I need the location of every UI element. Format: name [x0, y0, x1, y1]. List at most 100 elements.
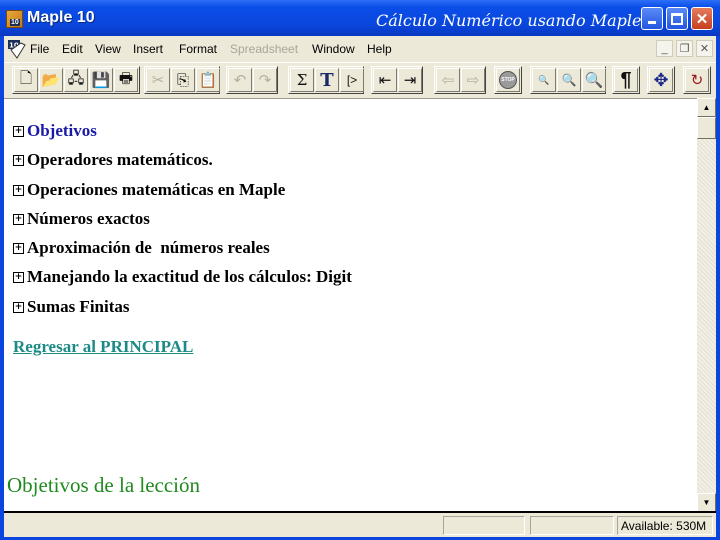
maple-app-icon[interactable]: 10	[6, 10, 23, 28]
undo-button[interactable]: ↶	[228, 68, 252, 92]
print-icon: 🖶	[118, 69, 134, 87]
maximize-button[interactable]	[666, 7, 688, 30]
stop-button[interactable]: STOP	[496, 68, 520, 92]
restart-icon: ↻	[690, 72, 704, 89]
text-t-icon: T	[320, 69, 334, 91]
math-input-button[interactable]: Σ	[290, 68, 314, 92]
save-icon: 💾	[91, 72, 111, 89]
outdent-button[interactable]: ⇤	[373, 68, 397, 92]
section-operaciones[interactable]: + Operaciones matemáticas en Maple	[13, 180, 285, 200]
section-numeros-exactos[interactable]: + Números exactos	[13, 209, 150, 229]
prompt-icon: [>	[346, 73, 358, 87]
section-objetivos[interactable]: + Objetivos	[13, 121, 97, 141]
show-markers-button[interactable]: ¶	[614, 68, 638, 92]
cut-button[interactable]: ✂	[146, 68, 170, 92]
open-folder-icon: 📂	[41, 72, 61, 89]
memory-status: Available: 530M	[617, 516, 713, 535]
toolbar: 🗋 📂 🖧 💾 🖶 ✂ ⎘ 📋 ↶ ↷ Σ T [> ⇤ ⇥ ⇦ ⇨ STOP …	[4, 62, 716, 98]
forward-button[interactable]: ⇨	[461, 68, 485, 92]
zoom-medium-button[interactable]: 🔍	[557, 68, 581, 92]
section-aproximacion[interactable]: + Aproximación de números reales	[13, 238, 270, 258]
copy-button[interactable]: ⎘	[171, 68, 195, 92]
new-document-button[interactable]: 🗋	[14, 68, 38, 92]
close-icon: ✕	[695, 10, 709, 28]
document-icon[interactable]: 10	[7, 39, 27, 59]
status-bar: Available: 530M	[4, 513, 716, 537]
doc-restore-button[interactable]: ❐	[676, 40, 693, 57]
scroll-up-button[interactable]: ▲	[697, 98, 716, 117]
undo-icon: ↶	[233, 72, 247, 89]
expand-icon[interactable]: +	[13, 184, 24, 196]
restart-button[interactable]: ↻	[685, 68, 709, 92]
section-operadores[interactable]: + Operadores matemáticos.	[13, 150, 213, 170]
menu-spreadsheet[interactable]: Spreadsheet	[230, 42, 298, 56]
redo-button[interactable]: ↷	[253, 68, 277, 92]
doc-close-button[interactable]: ✕	[696, 40, 713, 57]
section-sumas-finitas[interactable]: + Sumas Finitas	[13, 297, 130, 317]
paste-button[interactable]: 📋	[196, 68, 220, 92]
expand-button[interactable]: ✥	[649, 68, 673, 92]
open-url-icon: 🖧	[67, 69, 85, 87]
redo-icon: ↷	[258, 72, 272, 89]
status-panel-1	[443, 516, 525, 535]
save-button[interactable]: 💾	[89, 68, 113, 92]
indent-button[interactable]: ⇥	[398, 68, 422, 92]
section-title[interactable]: Manejando la exactitud de los cálculos: …	[27, 267, 352, 287]
menu-help[interactable]: Help	[367, 42, 392, 56]
print-button[interactable]: 🖶	[114, 68, 138, 92]
open-button[interactable]: 📂	[39, 68, 63, 92]
expand-icon[interactable]: +	[13, 301, 24, 313]
menu-bar: 10 File Edit View Insert Format Spreadsh…	[4, 36, 716, 62]
scroll-thumb[interactable]	[697, 117, 716, 139]
expand-icon[interactable]: +	[13, 213, 24, 225]
expand-icon[interactable]: +	[13, 271, 24, 283]
section-exactitud[interactable]: + Manejando la exactitud de los cálculos…	[13, 267, 352, 287]
magnifier-large-icon: 🔍	[584, 72, 604, 89]
arrow-right-icon: ⇨	[466, 72, 480, 89]
slide-caption: Cálculo Numérico usando Maple.	[376, 11, 647, 30]
expand-icon[interactable]: +	[13, 242, 24, 254]
close-button[interactable]: ✕	[691, 7, 713, 30]
paste-icon: 📋	[198, 72, 218, 89]
arrow-up-icon: ▲	[702, 103, 711, 112]
section-title[interactable]: Sumas Finitas	[27, 297, 130, 317]
maximize-icon	[671, 12, 683, 25]
menu-view[interactable]: View	[95, 42, 121, 56]
menu-format[interactable]: Format	[179, 42, 217, 56]
section-title[interactable]: Números exactos	[27, 209, 150, 229]
worksheet[interactable]: + Objetivos + Operadores matemáticos. + …	[4, 98, 697, 512]
vertical-scrollbar[interactable]: ▲ ▼	[697, 98, 716, 512]
title-bar[interactable]: 10 Maple 10 Cálculo Numérico usando Mapl…	[0, 0, 720, 36]
doc-minimize-button[interactable]: _	[656, 40, 673, 57]
arrow-left-icon: ⇦	[441, 72, 455, 89]
execution-group-button[interactable]: [>	[340, 68, 364, 92]
new-document-icon: 🗋	[19, 69, 33, 87]
section-title[interactable]: Operadores matemáticos.	[27, 150, 213, 170]
menu-insert[interactable]: Insert	[133, 42, 163, 56]
minimize-button[interactable]	[641, 7, 663, 30]
section-title[interactable]: Objetivos	[27, 121, 97, 141]
pilcrow-icon: ¶	[620, 68, 632, 91]
menu-file[interactable]: File	[30, 42, 49, 56]
indent-icon: ⇥	[403, 72, 417, 89]
back-to-main-link[interactable]: Regresar al PRINCIPAL	[13, 337, 193, 357]
menu-window[interactable]: Window	[312, 42, 355, 56]
expand-icon[interactable]: +	[13, 125, 24, 137]
menu-edit[interactable]: Edit	[62, 42, 83, 56]
text-input-button[interactable]: T	[315, 68, 339, 92]
arrow-down-icon: ▼	[702, 498, 711, 507]
section-title[interactable]: Aproximación de números reales	[27, 238, 270, 258]
open-url-button[interactable]: 🖧	[64, 68, 88, 92]
zoom-small-button[interactable]: 🔍	[532, 68, 556, 92]
maple-window: 10 Maple 10 Cálculo Numérico usando Mapl…	[0, 0, 720, 540]
section-title[interactable]: Operaciones matemáticas en Maple	[27, 180, 285, 200]
stop-icon: STOP	[499, 71, 517, 89]
zoom-large-button[interactable]: 🔍	[582, 68, 606, 92]
expand-icon[interactable]: +	[13, 154, 24, 166]
back-button[interactable]: ⇦	[436, 68, 460, 92]
outdent-icon: ⇤	[378, 72, 392, 89]
scroll-down-button[interactable]: ▼	[697, 493, 716, 512]
minimize-icon	[648, 21, 656, 24]
copy-icon: ⎘	[176, 71, 189, 89]
status-panel-2	[530, 516, 614, 535]
